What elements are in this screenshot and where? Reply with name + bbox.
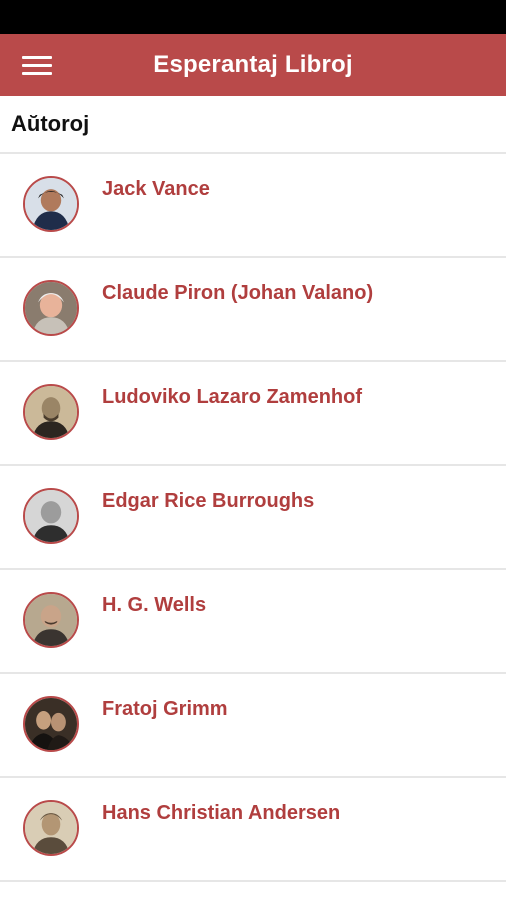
author-list-item[interactable]: Edgar Rice Burroughs bbox=[0, 466, 506, 570]
author-avatar bbox=[23, 696, 79, 752]
hamburger-menu-icon[interactable] bbox=[22, 53, 52, 77]
author-list-item[interactable]: H. G. Wells bbox=[0, 570, 506, 674]
author-list: Jack Vance Claude Piron (Johan Valano) L… bbox=[0, 154, 506, 882]
author-name: Ludoviko Lazaro Zamenhof bbox=[102, 386, 363, 408]
author-name: Hans Christian Andersen bbox=[102, 802, 341, 824]
author-avatar bbox=[23, 384, 79, 440]
section-title: Aŭtoroj bbox=[0, 96, 506, 154]
app-bar: Esperantaj Libroj bbox=[0, 34, 506, 96]
author-name: Fratoj Grimm bbox=[102, 698, 228, 720]
author-avatar bbox=[23, 800, 79, 856]
author-name: Edgar Rice Burroughs bbox=[102, 490, 315, 512]
author-avatar bbox=[23, 592, 79, 648]
status-bar bbox=[0, 0, 506, 34]
author-name: H. G. Wells bbox=[102, 594, 207, 616]
author-name: Jack Vance bbox=[102, 178, 210, 200]
author-avatar bbox=[23, 280, 79, 336]
author-name: Claude Piron (Johan Valano) bbox=[102, 282, 374, 304]
app-title: Esperantaj Libroj bbox=[153, 51, 353, 78]
author-list-item[interactable]: Hans Christian Andersen bbox=[0, 778, 506, 882]
author-avatar bbox=[23, 488, 79, 544]
author-list-item[interactable]: Ludoviko Lazaro Zamenhof bbox=[0, 362, 506, 466]
author-list-item[interactable]: Claude Piron (Johan Valano) bbox=[0, 258, 506, 362]
author-avatar bbox=[23, 176, 79, 232]
author-list-item[interactable]: Fratoj Grimm bbox=[0, 674, 506, 778]
author-list-item[interactable]: Jack Vance bbox=[0, 154, 506, 258]
